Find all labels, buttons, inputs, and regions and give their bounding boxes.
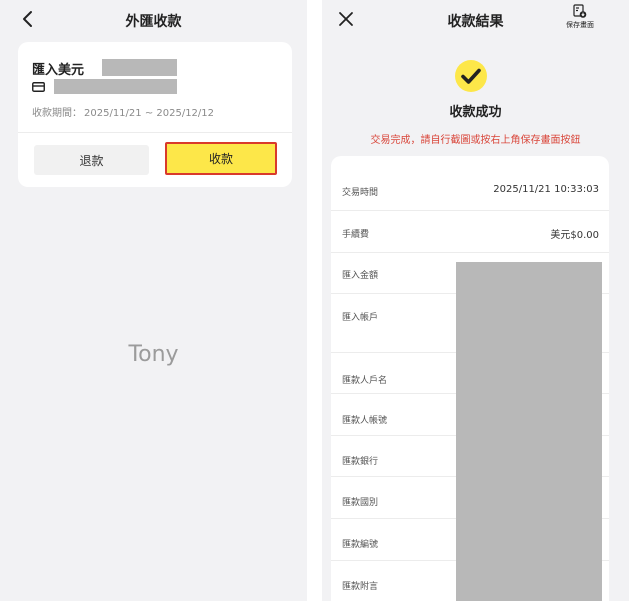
row-label: 匯款國別 [342, 498, 379, 508]
detail-row-fee: 手續費 美元$0.00 [331, 211, 609, 253]
period-value: 2025/11/21 ~ 2025/12/12 [84, 108, 215, 119]
row-label: 匯入金額 [342, 271, 379, 281]
row-label: 匯款人帳號 [342, 416, 388, 426]
collection-result-screen: 收款結果 保存畫面 收款成功 交易完成，請自行截圖或按右上角保存畫面按鈕 交易時… [322, 0, 629, 601]
save-screen-icon [573, 4, 587, 18]
top-bar: 收款結果 保存畫面 [322, 0, 629, 40]
save-screen-label: 保存畫面 [566, 21, 594, 29]
row-value: 2025/11/21 10:33:03 [493, 184, 599, 195]
redacted-details [456, 262, 602, 601]
detail-row-transaction-time: 交易時間 2025/11/21 10:33:03 [331, 156, 609, 211]
credit-card-icon [32, 82, 45, 92]
redacted-block [102, 59, 177, 76]
row-label: 匯款編號 [342, 540, 379, 550]
top-bar: 外匯收款 [0, 0, 307, 40]
row-label: 匯入帳戶 [342, 313, 379, 323]
refund-button[interactable]: 退款 [34, 145, 149, 175]
page-title: 外匯收款 [125, 14, 182, 30]
card-title: 匯入美元 [32, 63, 85, 78]
remittance-card: 匯入美元 收款期間： 2025/11/21 ~ 2025/12/12 退款 收款 [18, 42, 292, 187]
row-label: 交易時間 [342, 188, 379, 198]
row-label: 匯款人戶名 [342, 376, 388, 386]
collection-period: 收款期間： 2025/11/21 ~ 2025/12/12 [32, 104, 214, 119]
check-badge-icon [455, 60, 487, 92]
row-label: 匯款附言 [342, 582, 379, 592]
foreign-remittance-screen: 外匯收款 匯入美元 收款期間： 2025/11/21 ~ 2025/12/12 退… [0, 0, 307, 601]
row-label: 匯款銀行 [342, 457, 379, 467]
collect-button[interactable]: 收款 [165, 142, 277, 175]
result-detail-card: 交易時間 2025/11/21 10:33:03 手續費 美元$0.00 匯入金… [331, 156, 609, 601]
redacted-account [54, 79, 177, 94]
period-label: 收款期間： [32, 108, 82, 119]
row-value: 美元$0.00 [550, 230, 599, 241]
watermark-text: Tony [128, 342, 179, 367]
screenshot-hint: 交易完成，請自行截圖或按右上角保存畫面按鈕 [370, 135, 581, 146]
success-title: 收款成功 [449, 105, 502, 120]
row-label: 手續費 [342, 230, 370, 240]
divider [18, 132, 292, 133]
save-screen-button[interactable]: 保存畫面 [560, 4, 600, 30]
